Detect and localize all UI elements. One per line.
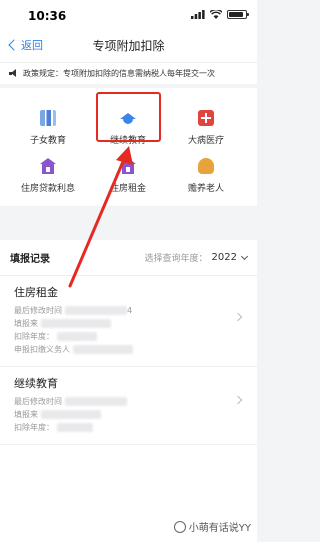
record-name: 住房租金: [14, 286, 58, 299]
page-title: 专项附加扣除: [92, 39, 165, 53]
records-header: 填报记录 选择查询年度： 2022: [0, 240, 257, 276]
chevron-down-icon[interactable]: [240, 252, 249, 260]
category-label: 大病医疗: [187, 136, 224, 146]
record-line: 最后修改时间: [14, 395, 243, 408]
highlight-box: [96, 92, 161, 142]
records-title: 填报记录: [10, 254, 50, 265]
notice-text: 政策规定：专项附加扣除的信息需纳税人每年提交一次: [23, 69, 215, 78]
category-housing-loan[interactable]: 住房贷款利息: [8, 158, 88, 194]
category-label: 住房贷款利息: [20, 184, 75, 194]
category-elder-support[interactable]: 赡养老人: [166, 158, 246, 194]
record-partial-value: 4: [127, 306, 133, 315]
category-serious-illness[interactable]: 大病医疗: [166, 110, 246, 146]
wechat-icon: [173, 520, 186, 533]
record-line: 最后修改时间 4: [14, 306, 133, 315]
record-line: 扣除年度：: [14, 421, 243, 434]
battery-icon: [227, 10, 249, 19]
category-label: 住房租金: [109, 184, 146, 194]
record-line: 申报扣缴义务人: [14, 343, 243, 356]
house-rent-icon: [120, 158, 136, 174]
medical-kit-icon: [198, 110, 214, 126]
category-children-education[interactable]: 子女教育: [8, 110, 88, 146]
record-line: 扣除年度：: [14, 330, 243, 343]
record-line: 填报来: [14, 408, 243, 421]
status-time: 10:36: [28, 9, 67, 23]
category-label: 赡养老人: [187, 184, 224, 194]
signal-icon: [191, 10, 205, 19]
status-icons: [191, 10, 249, 19]
year-select-label: 选择查询年度：: [144, 254, 208, 264]
watermark: 小萌有话说YY: [173, 519, 251, 534]
record-item-continuing-education[interactable]: 继续教育 最后修改时间 填报来 扣除年度：: [0, 367, 257, 445]
children-education-icon: [40, 110, 56, 126]
category-housing-rent[interactable]: 住房租金: [88, 158, 168, 194]
watermark-text: 小萌有话说YY: [188, 523, 251, 534]
elder-support-icon: [198, 158, 214, 174]
wifi-icon: [210, 10, 222, 19]
record-line: 填报来: [14, 317, 243, 330]
speaker-icon: [9, 69, 19, 78]
policy-notice: 政策规定：专项附加扣除的信息需纳税人每年提交一次: [0, 62, 257, 84]
house-loan-icon: [40, 158, 56, 174]
record-name: 继续教育: [14, 377, 58, 390]
status-bar: 10:36: [0, 0, 257, 28]
category-label: 子女教育: [29, 136, 66, 146]
filing-records: 填报记录 选择查询年度： 2022 住房租金 最后修改时间 4 填报来 扣除年度：…: [0, 240, 257, 542]
navigation-bar: 返回 专项附加扣除: [0, 28, 257, 62]
year-select[interactable]: 2022: [212, 252, 237, 263]
record-item-housing-rent[interactable]: 住房租金 最后修改时间 4 填报来 扣除年度： 申报扣缴义务人: [0, 276, 257, 367]
